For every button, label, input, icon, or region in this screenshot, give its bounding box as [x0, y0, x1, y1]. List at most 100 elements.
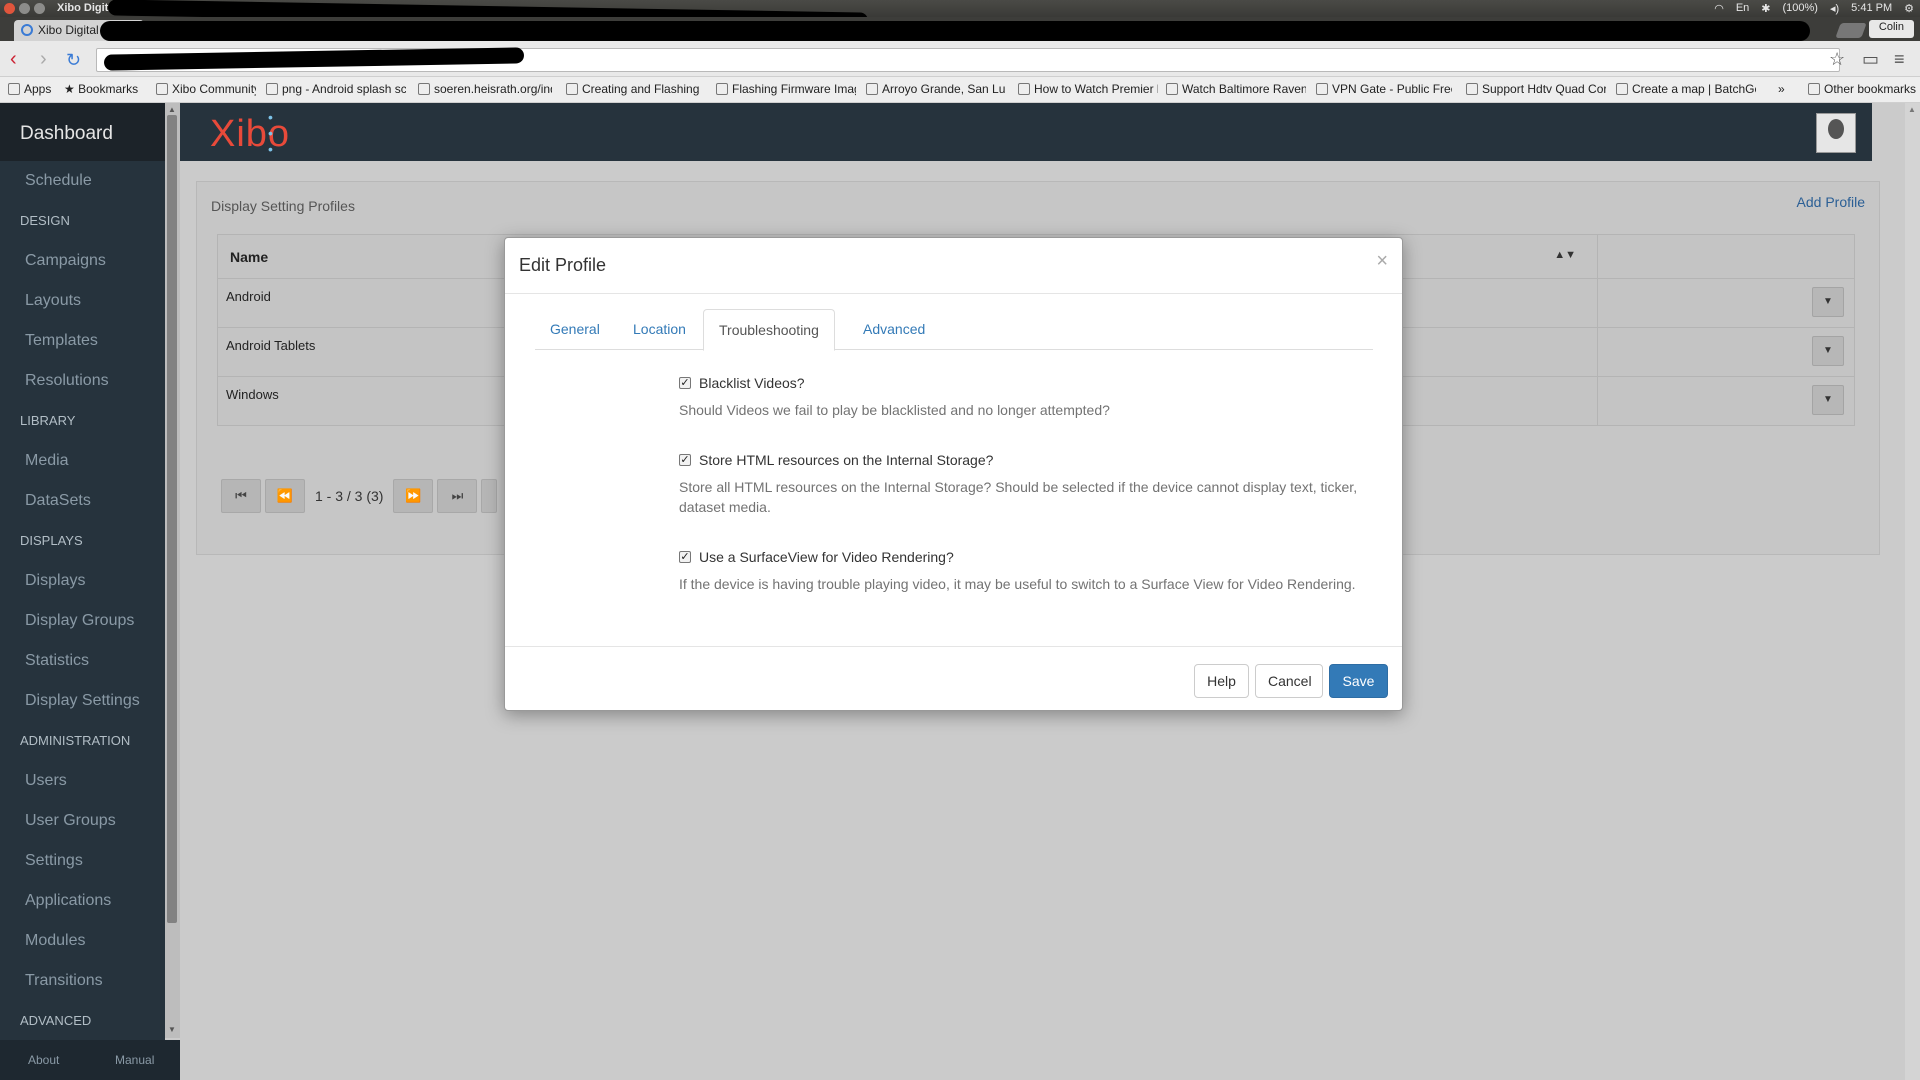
scroll-up-arrow-icon[interactable]: ▲ [168, 105, 176, 114]
add-profile-link[interactable]: Add Profile [1797, 194, 1865, 210]
maximize-window-icon[interactable] [34, 3, 45, 14]
surfaceview-checkbox[interactable]: ✓ [679, 551, 691, 563]
tab-advanced[interactable]: Advanced [848, 309, 940, 350]
option-label: Blacklist Videos? [699, 375, 805, 391]
sidebar-item-statistics[interactable]: Statistics [0, 641, 165, 681]
bookmark-item[interactable]: png - Android splash scr [266, 82, 406, 96]
store-html-checkbox[interactable]: ✓ [679, 454, 691, 466]
new-tab-button[interactable] [1835, 23, 1867, 38]
page-scrollbar[interactable]: ▲ [1905, 103, 1920, 1080]
column-header-actions [1597, 234, 1855, 279]
wifi-icon[interactable]: ◠ [1714, 2, 1724, 15]
row-actions-dropdown-button[interactable]: ▼ [1812, 287, 1844, 317]
minimize-window-icon[interactable] [19, 3, 30, 14]
bookmark-item[interactable]: Arroyo Grande, San Luis [866, 82, 1006, 96]
modal-header-divider [505, 293, 1402, 294]
bookmark-item[interactable]: Creating and Flashing a [566, 82, 702, 96]
reload-icon[interactable]: ↻ [66, 50, 81, 71]
window-controls[interactable] [4, 3, 45, 14]
tab-location[interactable]: Location [618, 309, 701, 350]
bookmarks-overflow-chevron-icon[interactable]: » [1778, 82, 1798, 96]
cast-icon[interactable]: ▭ [1862, 49, 1879, 70]
first-page-icon[interactable]: ⏮ [221, 479, 261, 513]
volume-icon[interactable]: ◂) [1830, 2, 1839, 15]
bookmark-item[interactable]: Support Hdtv Quad Cor [1466, 82, 1606, 96]
bookmark-other[interactable]: Other bookmarks [1808, 82, 1918, 96]
sidebar-section-administration: ADMINISTRATION [20, 733, 131, 748]
sidebar-item-campaigns[interactable]: Campaigns [0, 241, 165, 281]
modal-footer-divider [505, 646, 1402, 647]
page-size-select[interactable] [481, 479, 498, 513]
row-actions-dropdown-button[interactable]: ▼ [1812, 336, 1844, 366]
sort-icon[interactable]: ▲▼ [1554, 249, 1576, 261]
cancel-button[interactable]: Cancel [1255, 664, 1323, 698]
sidebar-item-settings[interactable]: Settings [0, 841, 165, 881]
bookmark-item[interactable]: Watch Baltimore Raven [1166, 82, 1306, 96]
manual-link[interactable]: Manual [115, 1053, 154, 1067]
next-page-icon[interactable]: ⏩ [393, 479, 434, 513]
user-avatar[interactable] [1816, 113, 1856, 153]
keyboard-layout[interactable]: En [1736, 2, 1749, 15]
page-icon [566, 83, 578, 95]
bookmark-item[interactable]: soeren.heisrath.org/ind [418, 82, 552, 96]
settings-gear-icon[interactable]: ⚙ [1904, 2, 1914, 15]
menu-icon[interactable]: ≡ [1894, 49, 1905, 70]
scroll-down-arrow-icon[interactable]: ▼ [168, 1025, 176, 1034]
modal-title: Edit Profile [519, 255, 607, 275]
sidebar-item-media[interactable]: Media [0, 441, 165, 481]
sidebar-item-display-settings[interactable]: Display Settings [0, 681, 165, 721]
clock[interactable]: 5:41 PM [1851, 2, 1892, 15]
bookmark-item[interactable]: Flashing Firmware Imag [716, 82, 856, 96]
last-page-icon[interactable]: ⏭ [437, 479, 478, 513]
pagination: ⏮ ⏪ 1 - 3 / 3 (3) ⏩ ⏭ [221, 479, 498, 513]
page-icon [1018, 83, 1030, 95]
save-button[interactable]: Save [1329, 664, 1388, 698]
bluetooth-icon[interactable]: ✱ [1761, 2, 1770, 15]
forward-arrow-icon[interactable]: › [40, 48, 47, 71]
about-link[interactable]: About [28, 1053, 59, 1067]
blacklist-videos-checkbox[interactable]: ✓ [679, 377, 691, 389]
page-icon [716, 83, 728, 95]
bookmark-item[interactable]: Create a map | BatchGe [1616, 82, 1756, 96]
sidebar-item-datasets[interactable]: DataSets [0, 481, 165, 521]
sidebar-item-applications[interactable]: Applications [0, 881, 165, 921]
modal-tabs: General Location Troubleshooting Advance… [535, 309, 1373, 351]
sidebar-scrollbar[interactable]: ▲ ▼ [165, 103, 180, 1038]
scrollbar-thumb[interactable] [167, 115, 177, 923]
back-arrow-icon[interactable]: ‹ [10, 48, 17, 71]
sidebar-item-schedule[interactable]: Schedule [0, 161, 165, 201]
tab-general[interactable]: General [535, 309, 615, 350]
profile-user-button[interactable]: Colin [1868, 20, 1914, 38]
help-button[interactable]: Help [1194, 664, 1249, 698]
os-top-bar: Xibo Digital Signage - Google Chrome ◠ E… [0, 0, 1920, 29]
sidebar-item-transitions[interactable]: Transitions [0, 961, 165, 1001]
page-icon [1616, 83, 1628, 95]
star-bookmark-icon[interactable]: ☆ [1829, 49, 1845, 70]
bookmark-apps[interactable]: Apps [8, 82, 56, 96]
sidebar-item-modules[interactable]: Modules [0, 921, 165, 961]
previous-page-icon[interactable]: ⏪ [265, 479, 305, 513]
close-icon[interactable]: × [1376, 250, 1388, 273]
bookmark-item[interactable]: VPN Gate - Public Free [1316, 82, 1452, 96]
sidebar-item-resolutions[interactable]: Resolutions [0, 361, 165, 401]
tab-troubleshooting[interactable]: Troubleshooting [703, 309, 835, 351]
sidebar-item-templates[interactable]: Templates [0, 321, 165, 361]
table-cell-actions: ▼ [1597, 278, 1855, 328]
page-title: Display Setting Profiles [211, 198, 355, 214]
pagination-info: 1 - 3 / 3 (3) [315, 488, 384, 504]
bookmark-item[interactable]: How to Watch Premier l [1018, 82, 1158, 96]
xibo-logo[interactable]: Xibo • • • [210, 109, 290, 157]
scroll-up-arrow-icon[interactable]: ▲ [1908, 105, 1916, 114]
sidebar-section-displays: DISPLAYS [20, 533, 83, 548]
sidebar-item-user-groups[interactable]: User Groups [0, 801, 165, 841]
sidebar-dashboard[interactable]: Dashboard [0, 103, 165, 161]
battery-status[interactable]: (100%) [1783, 2, 1818, 15]
close-window-icon[interactable] [4, 3, 15, 14]
bookmark-bookmarks[interactable]: ★ Bookmarks [64, 82, 144, 96]
bookmark-item[interactable]: Xibo Community [156, 82, 256, 96]
sidebar-item-users[interactable]: Users [0, 761, 165, 801]
sidebar-item-displays[interactable]: Displays [0, 561, 165, 601]
sidebar-item-display-groups[interactable]: Display Groups [0, 601, 165, 641]
row-actions-dropdown-button[interactable]: ▼ [1812, 385, 1844, 415]
sidebar-item-layouts[interactable]: Layouts [0, 281, 165, 321]
